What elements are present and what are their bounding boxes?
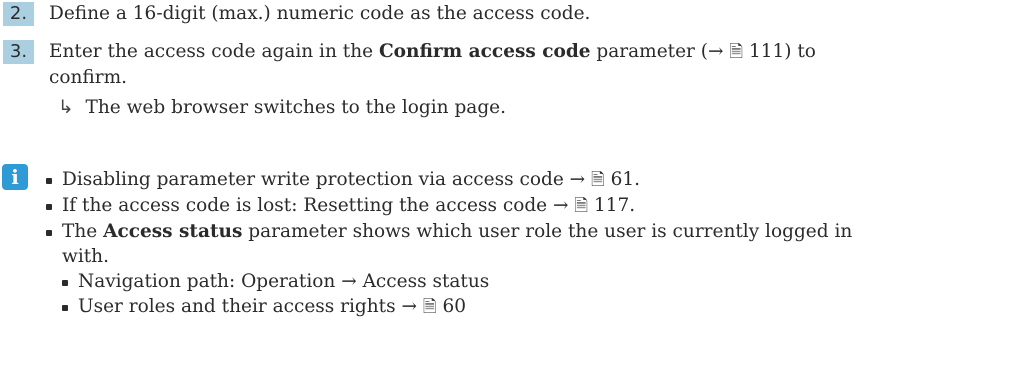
book-icon: 🗎 [591, 170, 605, 190]
sub-list: Navigation path: Operation → Access stat… [62, 269, 852, 320]
step-number: 2. [3, 2, 34, 26]
step-text: Define a 16-digit (max.) numeric code as… [49, 3, 591, 24]
page-ref[interactable]: 61 [611, 169, 635, 190]
list-item: Navigation path: Operation → Access stat… [62, 269, 852, 294]
parameter-name: Confirm access code [378, 41, 591, 62]
result-arrow-icon: ↳ [58, 97, 74, 118]
list-item: If the access code is lost: Resetting th… [46, 193, 852, 219]
book-icon: 🗎 [422, 297, 437, 317]
step-result: ↳ The web browser switches to the login p… [58, 97, 506, 118]
page-ref[interactable]: 60 [442, 296, 466, 317]
step-text: Enter the access code again in the Confi… [49, 41, 816, 88]
step-number: 3. [3, 40, 34, 64]
book-icon: 🗎 [574, 196, 589, 216]
list-item: User roles and their access rights → 🗎 6… [62, 294, 852, 320]
page-ref[interactable]: 117 [594, 195, 629, 216]
book-icon: 🗎 [729, 42, 744, 62]
parameter-name: Access status [103, 221, 243, 242]
notes-list: Disabling parameter write protection via… [46, 167, 852, 320]
list-item: The Access status parameter shows which … [46, 219, 852, 320]
page-ref[interactable]: 111 [749, 41, 784, 62]
info-icon: i [2, 164, 28, 190]
list-item: Disabling parameter write protection via… [46, 167, 852, 193]
